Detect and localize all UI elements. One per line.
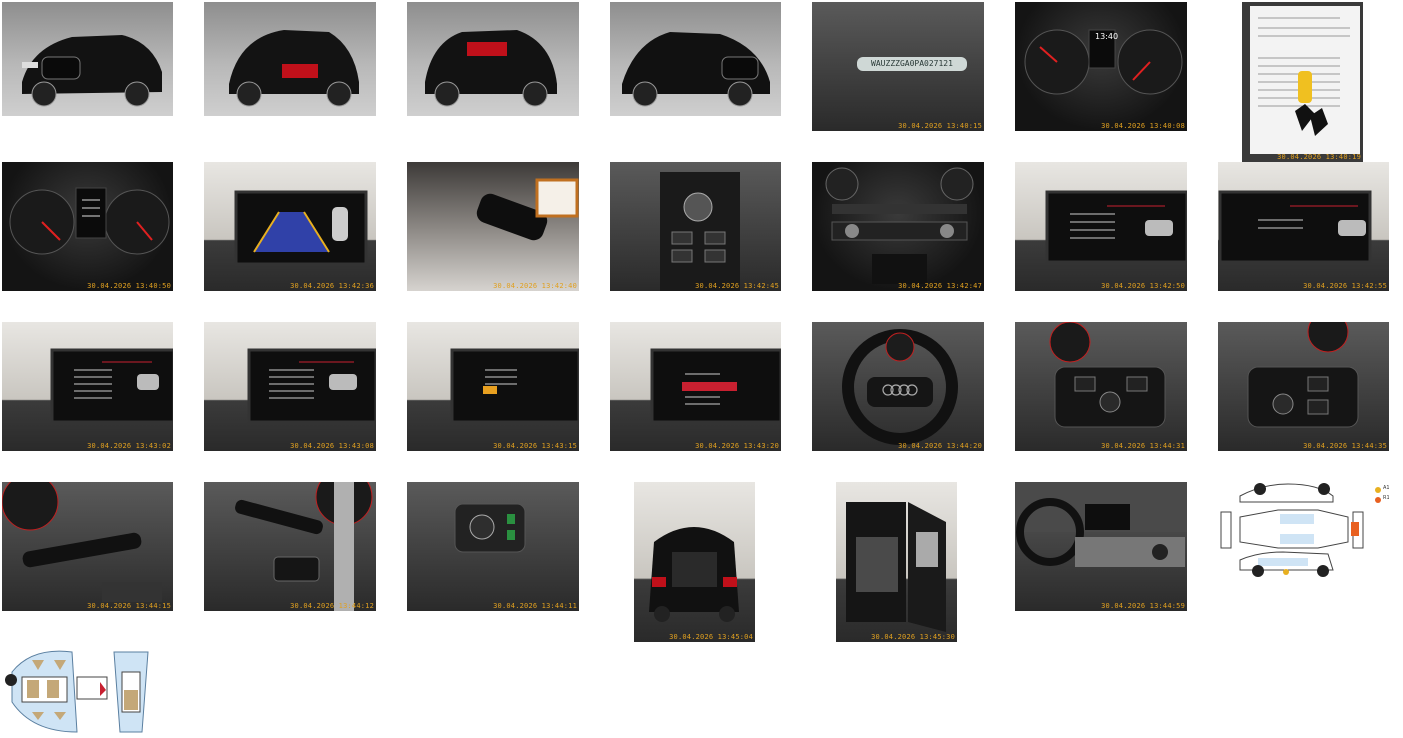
photo-vin-plate[interactable]: WAUZZZGA0PA027121 30.04.2026 13:40:15 (812, 2, 984, 131)
stalk-illustration (2, 482, 162, 602)
legend-a1: A1 (1383, 485, 1389, 491)
document-lines (1258, 17, 1350, 136)
photo-timestamp: 30.04.2026 13:42:55 (1303, 282, 1387, 290)
photo-light-switch[interactable]: 30.04.2026 13:44:11 (407, 482, 579, 611)
car-front-right-illustration (622, 32, 770, 107)
screen-illustration (650, 348, 781, 424)
car-rear-right-illustration (425, 30, 557, 107)
car-rear-left-illustration (229, 30, 359, 107)
screen-illustration (50, 348, 173, 424)
screen-illustration (247, 348, 376, 424)
document-sheet (1250, 6, 1360, 154)
photo-rear-door-open[interactable]: 30.04.2026 13:45:30 (836, 482, 957, 642)
dashboard-illustration (1015, 482, 1187, 567)
photo-timestamp: 30.04.2026 13:42:45 (695, 282, 779, 290)
photo-dashboard-interior[interactable]: 30.04.2026 13:44:59 (1015, 482, 1187, 611)
photo-timestamp: 30.04.2026 13:44:12 (290, 602, 374, 610)
vin-text: WAUZZZGA0PA027121 (857, 57, 967, 71)
photo-timestamp: 30.04.2026 13:44:35 (1303, 442, 1387, 450)
photo-timestamp: 30.04.2026 13:42:47 (898, 282, 982, 290)
photo-timestamp: 30.04.2026 13:43:15 (493, 442, 577, 450)
stalk-illustration (235, 482, 373, 611)
light-switch-illustration (454, 503, 526, 553)
photo-infotainment-settings-2[interactable]: 30.04.2026 13:43:08 (204, 322, 376, 451)
buttons-illustration (1247, 322, 1359, 428)
photo-infotainment-connect[interactable]: 30.04.2026 13:43:20 (610, 322, 781, 451)
photo-damage-diagram-exterior[interactable]: A1 R1 (1218, 482, 1389, 582)
steering-wheel-illustration (842, 329, 958, 445)
photo-front-right-exterior[interactable] (610, 2, 781, 116)
car-outline-diagram (1220, 483, 1381, 577)
photo-timestamp: 30.04.2026 13:44:11 (493, 602, 577, 610)
gauges-illustration (9, 187, 170, 255)
photo-infotainment-service-menu[interactable]: 30.04.2026 13:42:50 (1015, 162, 1187, 291)
photo-timestamp: 30.04.2026 13:40:50 (87, 282, 171, 290)
photo-timestamp: 30.04.2026 13:43:02 (87, 442, 171, 450)
photo-timestamp: 30.04.2026 13:44:15 (87, 602, 171, 610)
photo-timestamp: 30.04.2026 13:43:08 (290, 442, 374, 450)
photo-timestamp: 30.04.2026 13:45:04 (669, 633, 753, 641)
photo-front-left-exterior[interactable] (2, 2, 173, 116)
screen-illustration (1045, 190, 1187, 264)
legend-r1: R1 (1383, 495, 1389, 501)
gauges-illustration (1024, 29, 1183, 95)
photo-open-trunk[interactable]: 30.04.2026 13:45:04 (634, 482, 755, 642)
interior-diagram (5, 650, 149, 733)
photo-timestamp: 30.04.2026 13:42:36 (290, 282, 374, 290)
buttons-illustration (1049, 322, 1166, 428)
photo-climate-controls[interactable]: 30.04.2026 13:42:47 (812, 162, 984, 291)
photo-rear-right-exterior[interactable] (407, 2, 579, 116)
photo-gallery: WAUZZZGA0PA027121 30.04.2026 13:40:15 13… (0, 0, 1403, 738)
photo-timestamp: 30.04.2026 13:44:20 (898, 442, 982, 450)
photo-infotainment-functions[interactable]: 30.04.2026 13:43:15 (407, 322, 579, 451)
photo-timestamp: 30.04.2026 13:43:20 (695, 442, 779, 450)
photo-timestamp: 30.04.2026 13:42:40 (493, 282, 577, 290)
trunk-illustration (649, 527, 739, 622)
photo-steering-wheel-left-buttons[interactable]: 30.04.2026 13:44:35 (1218, 322, 1389, 451)
screen-illustration (450, 348, 579, 424)
console-illustration (660, 172, 740, 291)
photo-damage-diagram-interior[interactable] (2, 642, 150, 736)
photo-indicator-stalk[interactable]: 30.04.2026 13:44:12 (204, 482, 376, 611)
photo-reverse-camera-screen[interactable]: 30.04.2026 13:42:36 (204, 162, 376, 291)
photo-interior-mirror[interactable]: 30.04.2026 13:42:40 (407, 162, 579, 291)
photo-instrument-cluster-service[interactable]: 30.04.2026 13:40:50 (2, 162, 173, 291)
door-illustration (846, 502, 946, 632)
climate-illustration (825, 167, 974, 284)
photo-timestamp: 30.04.2026 13:40:08 (1101, 122, 1185, 130)
photo-steering-wheel[interactable]: 30.04.2026 13:44:20 (812, 322, 984, 451)
photo-timestamp: 30.04.2026 13:45:30 (871, 633, 955, 641)
photo-timestamp: 30.04.2026 13:40:15 (898, 122, 982, 130)
photo-infotainment-settings-1[interactable]: 30.04.2026 13:43:02 (2, 322, 173, 451)
photo-instrument-cluster-time[interactable]: 13:40 30.04.2026 13:40:08 (1015, 2, 1187, 131)
photo-steering-wheel-right-buttons[interactable]: 30.04.2026 13:44:31 (1015, 322, 1187, 451)
photo-rear-left-exterior[interactable] (204, 2, 376, 116)
photo-wiper-stalk[interactable]: 30.04.2026 13:44:15 (2, 482, 173, 611)
screen-illustration (1218, 190, 1372, 264)
photo-center-console-controls[interactable]: 30.04.2026 13:42:45 (610, 162, 781, 291)
photo-timestamp: 30.04.2026 13:40:19 (1277, 153, 1361, 161)
photo-timestamp: 30.04.2026 13:44:31 (1101, 442, 1185, 450)
photo-infotainment-vehicle-menu[interactable]: 30.04.2026 13:42:55 (1218, 162, 1389, 291)
photo-service-documents-keys[interactable]: 30.04.2026 13:40:19 (1242, 2, 1363, 162)
photo-timestamp: 30.04.2026 13:42:50 (1101, 282, 1185, 290)
cluster-clock: 13:40 (1095, 32, 1119, 41)
photo-timestamp: 30.04.2026 13:44:59 (1101, 602, 1185, 610)
mirror-illustration (476, 178, 579, 241)
car-front-left-illustration (22, 35, 162, 107)
screen-illustration (234, 190, 368, 266)
